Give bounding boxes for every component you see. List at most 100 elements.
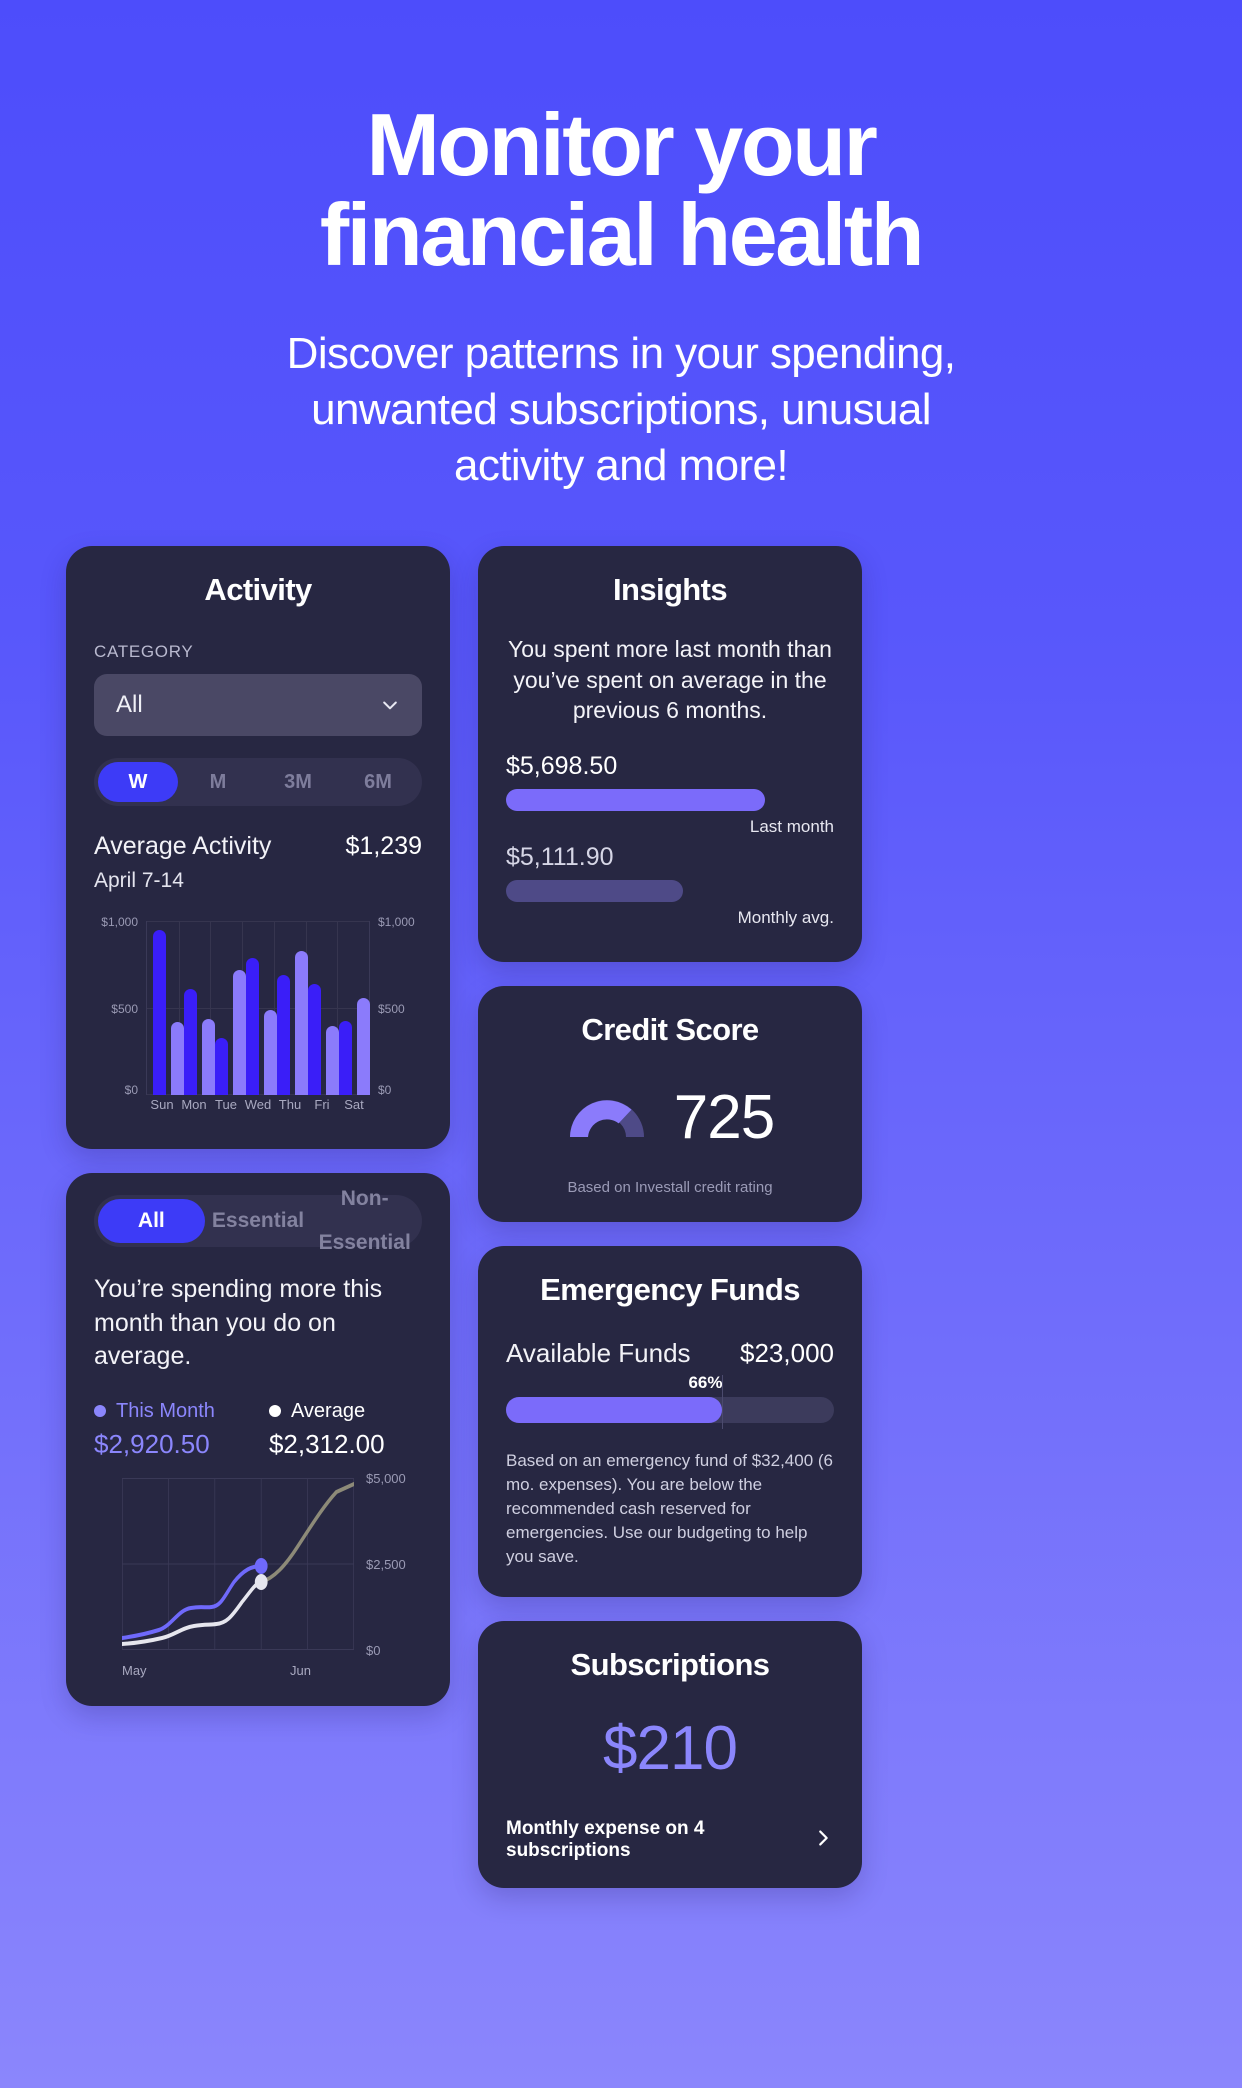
insights-last-month-bar [506,788,766,811]
emergency-funds-title: Emergency Funds [540,1271,800,1307]
insights-monthly-avg-caption: Monthly avg. [737,907,834,927]
bar-tue-secondary [233,970,246,1096]
tab-essential[interactable]: Essential [205,1199,312,1243]
subscriptions-footer-text: Monthly expense on 4 subscriptions [506,1818,705,1862]
bar-fri-secondary [326,1025,339,1096]
legend-dot-this-month [94,1405,106,1418]
chevron-down-icon [380,695,400,715]
range-option-3m[interactable]: 3M [258,762,338,802]
bar-chart-plot [146,921,370,1096]
bar-sat-secondary [357,998,370,1096]
credit-score-value: 725 [673,1082,775,1152]
legend-average: Average $2,312.00 [268,1399,385,1460]
spending-tabs[interactable]: All Essential Non-Essential [94,1187,422,1254]
legend-dot-average [268,1405,281,1418]
available-funds-label: Available Funds [506,1337,691,1368]
available-funds-value: $23,000 [740,1337,834,1368]
subscriptions-footer[interactable]: Monthly expense on 4 subscriptions [506,1818,834,1862]
line-chart-svg [120,1477,356,1650]
page-subtitle: Discover patterns in your spending, unwa… [66,326,1176,495]
category-select[interactable]: All [94,674,422,737]
insights-last-month: $5,698.50 Last month [506,752,834,837]
range-option-m[interactable]: M [178,762,258,802]
page-title-line1: Monitor your [366,95,878,194]
y-tick-left-500: $500 [111,1002,138,1017]
y-tick-right-1000: $1,000 [378,915,415,930]
legend-label-this-month: This Month [116,1399,215,1422]
bar-sun-secondary [171,1022,184,1096]
range-option-w[interactable]: W [98,762,178,803]
activity-title: Activity [204,572,312,608]
bar-sun-primary [153,930,166,1096]
lc-x-tick-may: May [122,1662,147,1678]
activity-card: Activity CATEGORY All W M 3M 6M Average … [66,546,450,1150]
hero-section: Monitor your financial health Discover p… [66,0,1176,494]
average-activity-row: Average Activity $1,239 [94,832,422,861]
insights-last-month-amount: $5,698.50 [506,751,618,780]
spending-message: You’re spending more this month than you… [94,1275,383,1371]
bar-mon-secondary [202,1018,215,1096]
bar-chart-y-axis-right: $1,000 $500 $0 [374,915,422,1121]
bar-group-sat [339,998,370,1096]
bar-wed-primary [246,957,259,1096]
category-select-value: All [116,691,143,719]
spending-card: All Essential Non-Essential You’re spend… [66,1173,450,1706]
tab-all[interactable]: All [98,1199,205,1244]
x-label-sun: Sun [150,1097,174,1113]
insights-last-month-caption: Last month [749,816,834,836]
range-segmented-control[interactable]: W M 3M 6M [94,758,422,807]
bar-fri-primary [308,984,321,1096]
subscriptions-title: Subscriptions [570,1647,771,1683]
bar-group-tue [215,970,246,1096]
bar-wed-secondary [264,1010,277,1096]
x-label-tue: Tue [215,1097,237,1113]
spending-line-chart: $5,000 $2,500 $0 May Jun [94,1471,422,1678]
emergency-funds-note: Based on an emergency fund of $32,400 (6… [506,1450,834,1567]
average-activity-label: Average Activity [94,832,272,861]
legend-amount-average: $2,312.00 [268,1428,385,1459]
y-tick-right-500: $500 [378,1002,405,1017]
emergency-funds-card: Emergency Funds Available Funds $23,000 … [478,1245,862,1598]
tab-non-essential[interactable]: Non-Essential [311,1177,418,1265]
bar-group-wed [246,957,277,1096]
lc-y-tick-2500: $2,500 [366,1556,406,1572]
x-label-wed: Wed [244,1097,272,1113]
bar-group-mon [184,989,215,1096]
y-tick-left-1000: $1,000 [101,915,138,930]
emergency-progress-track [506,1396,834,1423]
subscriptions-card[interactable]: Subscriptions $210 Monthly expense on 4 … [478,1621,862,1889]
category-label: CATEGORY [94,642,194,662]
y-tick-right-0: $0 [378,1083,392,1098]
x-label-sat: Sat [344,1097,364,1113]
emergency-progress-marker [722,1374,724,1429]
credit-gauge-row: 725 [506,1082,834,1153]
line-chart-y-axis: $5,000 $2,500 $0 [358,1471,422,1658]
legend-label-average: Average [290,1399,366,1422]
insights-body: You spent more last month than you’ve sp… [508,636,832,724]
page-subtitle-line2: unwanted subscriptions, unusual [311,384,931,434]
bar-chart-y-axis-left: $1,000 $500 $0 [94,915,142,1121]
x-label-fri: Fri [314,1097,330,1113]
x-label-mon: Mon [181,1097,207,1113]
legend-this-month: This Month $2,920.50 [94,1400,215,1460]
bar-chart-x-labels: Sun Mon Tue Wed Thu Fri Sat [146,1097,370,1121]
gauge-icon [566,1091,648,1144]
bar-group-sun [153,930,184,1096]
emergency-progress: 66% [506,1373,834,1429]
emergency-progress-fill [506,1396,723,1423]
average-activity-value: $1,239 [345,832,422,861]
bar-thu-primary [277,975,290,1096]
page-title: Monitor your financial health [66,100,1176,280]
credit-score-card: Credit Score 725 Based on Investall cred… [478,985,862,1222]
chevron-right-icon[interactable] [812,1827,834,1854]
credit-score-title: Credit Score [581,1011,759,1047]
range-option-6m[interactable]: 6M [338,762,418,802]
bar-tue-primary [215,1038,228,1096]
bar-group-fri [308,984,339,1096]
legend-amount-this-month: $2,920.50 [94,1428,210,1459]
insights-monthly-avg-bar [506,879,684,902]
activity-bar-chart: $1,000 $500 $0 $1,000 $500 $0 Sun Mon Tu… [94,915,422,1121]
insights-monthly-avg-amount: $5,111.90 [506,842,614,871]
available-funds-row: Available Funds $23,000 [506,1338,834,1369]
bar-group-thu [277,951,308,1096]
